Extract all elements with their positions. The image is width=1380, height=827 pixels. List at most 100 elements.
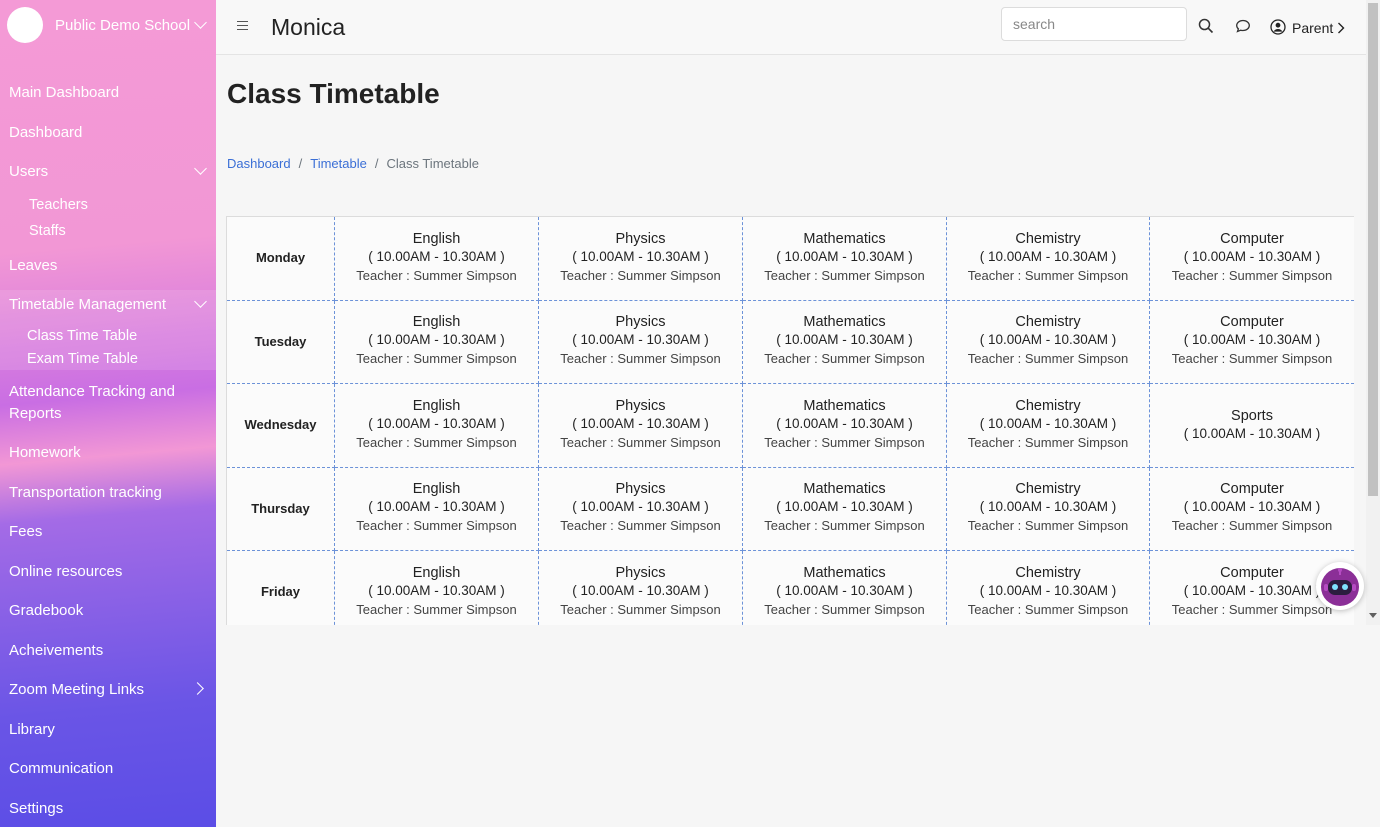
sidebar-item-users[interactable]: Users [9,163,48,180]
sidebar-item-library[interactable]: Library [9,721,55,738]
scrollbar-thumb[interactable] [1368,3,1378,496]
slot-time: ( 10.00AM - 10.30AM ) [776,499,913,515]
chevron-right-icon[interactable] [191,682,204,695]
slot-time: ( 10.00AM - 10.30AM ) [368,582,505,598]
slot-teacher: Teacher : Summer Simpson [560,601,721,617]
scroll-down-arrow-icon[interactable] [1369,613,1377,618]
timetable-slot: Physics( 10.00AM - 10.30AM ) Teacher : Su… [538,466,743,551]
slot-time: ( 10.00AM - 10.30AM ) [979,248,1117,264]
slot-time: ( 10.00AM - 10.30AM ) [368,332,505,348]
slot-time: ( 10.00AM - 10.30AM ) [572,582,709,598]
sidebar-item-zoom-meeting-links[interactable]: Zoom Meeting Links [9,681,144,698]
school-name: Public Demo School [55,17,191,34]
slot-subject: English [412,230,461,247]
chevron-down-icon[interactable] [194,162,207,175]
timetable-slot: Mathematics( 10.00AM - 10.30AM ) Teacher … [742,216,947,301]
robot-assistant-icon[interactable] [1316,562,1364,610]
slot-time: ( 10.00AM - 10.30AM ) [979,499,1117,515]
timetable-slot: Mathematics( 10.00AM - 10.30AM ) Teacher … [742,383,947,468]
slot-subject: Physics [615,230,666,247]
timetable-slot: Physics( 10.00AM - 10.30AM ) Teacher : Su… [538,550,743,625]
slot-time: ( 10.00AM - 10.30AM ) [776,332,913,348]
day-cell: Friday [226,550,335,625]
sidebar-item-attendance[interactable]: Attendance Tracking and [9,383,175,400]
sidebar-item-transportation[interactable]: Transportation tracking [9,484,162,501]
breadcrumb-timetable[interactable]: Timetable [310,156,367,171]
timetable-row: Wednesday English( 10.00AM - 10.30AM ) Tea… [226,383,1354,468]
sidebar-item-leaves[interactable]: Leaves [9,257,57,274]
slot-subject: Chemistry [1015,230,1081,247]
slot-subject: Mathematics [803,314,886,331]
slot-time: ( 10.00AM - 10.30AM ) [572,415,709,431]
chevron-down-icon [194,16,207,29]
timetable-slot: Mathematics( 10.00AM - 10.30AM ) Teacher … [742,550,947,625]
breadcrumb: Dashboard / Timetable / Class Timetable [227,156,479,171]
slot-teacher: Teacher : Summer Simpson [356,601,517,617]
breadcrumb-dashboard[interactable]: Dashboard [227,156,291,171]
timetable-row: Thursday English( 10.00AM - 10.30AM ) Teac… [226,466,1354,551]
timetable-slot: Mathematics( 10.00AM - 10.30AM ) Teacher … [742,299,947,384]
slot-teacher: Teacher : Summer Simpson [967,601,1129,617]
sidebar-item-communication[interactable]: Communication [9,760,113,777]
slot-subject: Chemistry [1015,481,1081,498]
sidebar-item-main-dashboard[interactable]: Main Dashboard [9,84,119,101]
day-cell: Wednesday [226,383,335,468]
slot-teacher: Teacher : Summer Simpson [764,601,925,617]
slot-time: ( 10.00AM - 10.30AM ) [1183,248,1321,264]
user-menu-label[interactable]: Parent [1292,20,1333,36]
timetable-slot: Physics( 10.00AM - 10.30AM ) Teacher : Su… [538,383,743,468]
slot-teacher: Teacher : Summer Simpson [356,434,517,450]
brand-title: Monica [271,14,346,40]
hamburger-icon[interactable] [237,21,248,31]
sidebar-item-gradebook[interactable]: Gradebook [9,602,83,619]
timetable-slot: English( 10.00AM - 10.30AM ) Teacher : Su… [334,466,539,551]
slot-time: ( 10.00AM - 10.30AM ) [979,332,1117,348]
slot-subject: Computer [1220,481,1284,498]
sidebar-item-attendance-line2[interactable]: Reports [9,405,62,422]
slot-subject: Sports [1231,407,1273,424]
sidebar-item-homework[interactable]: Homework [9,444,81,461]
timetable-slot: English( 10.00AM - 10.30AM ) Teacher : Su… [334,299,539,384]
slot-subject: Mathematics [803,564,886,581]
slot-time: ( 10.00AM - 10.30AM ) [979,415,1117,431]
day-cell: Monday [226,216,335,301]
day-label: Thursday [251,500,310,516]
slot-time: ( 10.00AM - 10.30AM ) [1183,425,1321,441]
sidebar-subitem-class-time-table[interactable]: Class Time Table [27,328,137,344]
timetable-grid: Monday English( 10.00AM - 10.30AM ) Teache… [226,216,1354,625]
slot-time: ( 10.00AM - 10.30AM ) [1183,499,1321,515]
sidebar-item-dashboard[interactable]: Dashboard [9,124,82,141]
sidebar-subitem-exam-time-table[interactable]: Exam Time Table [27,351,138,367]
slot-teacher: Teacher : Summer Simpson [967,351,1129,367]
chat-bubble-icon[interactable] [1235,18,1251,39]
sidebar-item-timetable-management[interactable]: Timetable Management [9,296,166,313]
search-input[interactable] [1001,7,1187,41]
sidebar-item-settings[interactable]: Settings [9,800,63,817]
chevron-right-icon[interactable] [1337,21,1345,39]
user-circle-icon[interactable] [1270,19,1286,40]
slot-teacher: Teacher : Summer Simpson [764,434,925,450]
sidebar: Public Demo School Main Dashboard Dashbo… [0,0,216,827]
school-switcher[interactable]: Public Demo School [0,0,216,52]
timetable-slot: English( 10.00AM - 10.30AM ) Teacher : Su… [334,550,539,625]
breadcrumb-current: Class Timetable [386,156,479,171]
timetable-slot: Physics( 10.00AM - 10.30AM ) Teacher : Su… [538,299,743,384]
page-scrollbar[interactable] [1366,0,1380,625]
sidebar-subitem-teachers[interactable]: Teachers [29,197,88,213]
search-icon[interactable] [1198,18,1214,39]
slot-subject: Computer [1220,314,1284,331]
sidebar-subitem-staffs[interactable]: Staffs [29,223,66,239]
sidebar-item-achievements[interactable]: Acheivements [9,642,103,659]
timetable-row: Monday English ( 10.00AM - 10.30AM ) Teache… [226,216,1354,301]
slot-subject: English [412,481,461,498]
top-header: Monica Parent [216,0,1366,55]
sidebar-item-fees[interactable]: Fees [9,523,42,540]
sidebar-item-online-resources[interactable]: Online resources [9,563,122,580]
slot-teacher: Teacher : Summer Simpson [560,267,721,283]
slot-time: ( 10.00AM - 10.30AM ) [776,248,913,264]
day-label: Monday [255,250,306,266]
slot-time: ( 10.00AM - 10.30AM ) [776,582,913,598]
timetable-slot: Computer( 10.00AM - 10.30AM ) Teacher : S… [1149,466,1354,551]
timetable-slot: Chemistry( 10.00AM - 10.30AM ) Teacher : … [946,466,1150,551]
slot-time: ( 10.00AM - 10.30AM ) [572,499,709,515]
